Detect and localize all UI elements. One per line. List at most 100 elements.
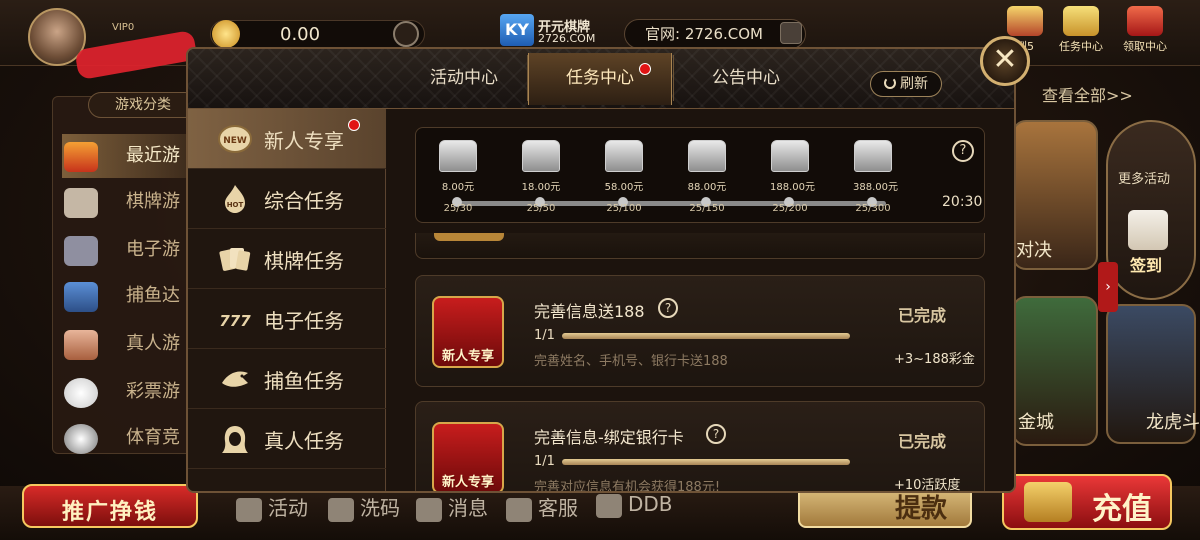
task-content: 8.00元 25/30 18.00元 25/50 58.00元 25/100 8… xyxy=(387,109,1014,493)
task-category-list: NEW 新人专享 HOT 综合任务 棋牌任务 777 电子任务 捕鱼任务 真人任… xyxy=(188,109,386,491)
promo-button[interactable]: 推广挣钱 xyxy=(22,470,198,534)
coin-icon xyxy=(212,20,240,48)
camera-icon[interactable] xyxy=(780,22,802,44)
brand-domain: 2726.COM xyxy=(538,32,596,45)
playing-cards-icon xyxy=(219,248,251,271)
recharge-label: 充值 xyxy=(1092,492,1152,527)
more-activity-label: 更多活动 xyxy=(1118,172,1171,187)
task-progress-bar xyxy=(562,459,850,465)
task-title: 完善信息-绑定银行卡 xyxy=(534,428,684,447)
shark-icon xyxy=(222,371,248,387)
category-live[interactable]: 真人任务 xyxy=(188,409,386,469)
bottom-item-ddb[interactable]: DDB xyxy=(596,492,673,518)
side-item-cards[interactable]: 棋牌游 xyxy=(62,180,192,224)
tab-announcement-center[interactable]: 公告中心 xyxy=(674,53,818,105)
notification-dot xyxy=(348,119,360,131)
top-icon-gift[interactable]: 领取中心 xyxy=(1118,6,1172,54)
refresh-button[interactable]: 刷新 xyxy=(870,71,942,97)
calendar-icon xyxy=(1128,210,1168,250)
bottom-item-rebate[interactable]: 洗码 xyxy=(328,492,400,522)
task-progress-count: 1/1 xyxy=(534,328,555,343)
side-item-live[interactable]: 真人游 xyxy=(62,322,192,366)
fish-icon xyxy=(64,282,98,312)
treasure-chest-icon xyxy=(688,140,726,172)
reward-chest[interactable]: 388.00元 25/300 xyxy=(853,140,898,214)
game-category-title: 游戏分类 xyxy=(88,92,198,118)
svg-text:NEW: NEW xyxy=(223,136,247,146)
newcomer-task-icon: 新人专享 xyxy=(432,296,504,368)
mail-icon xyxy=(416,497,442,522)
game-label-dragon-tiger: 龙虎斗 xyxy=(1146,412,1200,433)
woman-icon xyxy=(222,426,248,453)
task-description: 完善姓名、手机号、银行卡送188 xyxy=(534,354,728,369)
game-label-golden-city: 金城 xyxy=(1018,412,1054,433)
bottom-item-support[interactable]: 客服 xyxy=(506,492,578,522)
d-icon xyxy=(596,493,622,518)
cards-icon xyxy=(64,188,98,218)
vip-badge: VIP0 xyxy=(112,22,135,33)
close-button[interactable]: ✕ xyxy=(980,36,1030,86)
newcomer-task-icon: 新人专享 xyxy=(432,422,504,491)
treasure-chest-icon xyxy=(1024,482,1072,522)
headset-icon xyxy=(506,497,532,522)
promo-button-label: 推广挣钱 xyxy=(61,500,158,525)
task-reward: +10活跃度 xyxy=(894,478,961,493)
side-item-fishing[interactable]: 捕鱼达 xyxy=(62,274,192,318)
task-progress-count: 1/1 xyxy=(534,454,555,469)
gift-icon xyxy=(1127,6,1163,36)
help-icon[interactable]: ? xyxy=(706,424,726,444)
view-all-link[interactable]: 查看全部>> xyxy=(1042,82,1133,106)
treasure-chest-icon xyxy=(439,140,477,172)
game-label-duel: 对决 xyxy=(1016,240,1052,261)
svg-text:HOT: HOT xyxy=(227,201,244,209)
category-cards[interactable]: 棋牌任务 xyxy=(188,229,386,289)
task-status: 已完成 xyxy=(898,432,947,451)
bottom-item-activity[interactable]: 活动 xyxy=(236,492,308,522)
task-description: 完善对应信息有机会获得188元! xyxy=(534,480,721,493)
reward-chest[interactable]: 188.00元 25/200 xyxy=(770,140,815,214)
reward-chest[interactable]: 88.00元 25/150 xyxy=(687,140,727,214)
modal-header: 活动中心 任务中心 公告中心 刷新 xyxy=(188,49,1014,109)
dealer-icon xyxy=(64,330,98,360)
lucky-wheel-icon xyxy=(1007,6,1043,36)
side-item-recent[interactable]: 最近游 xyxy=(62,134,192,178)
task-icon xyxy=(1063,6,1099,36)
task-card[interactable]: 新人专享 完善信息-绑定银行卡 ? 1/1 完善对应信息有机会获得188元! 已… xyxy=(415,401,985,493)
more-activity-panel[interactable]: 更多活动 签到 xyxy=(1106,120,1196,300)
lottery-ball-icon xyxy=(64,378,98,408)
task-card[interactable]: 新人专享 完善信息送188 ? 1/1 完善姓名、手机号、银行卡送188 已完成… xyxy=(415,275,985,387)
category-slots[interactable]: 777 电子任务 xyxy=(188,289,386,349)
help-icon[interactable]: ? xyxy=(658,298,678,318)
side-item-slots[interactable]: 电子游 xyxy=(62,228,192,272)
reward-progress-panel: 8.00元 25/30 18.00元 25/50 58.00元 25/100 8… xyxy=(415,127,985,223)
reward-chest[interactable]: 58.00元 25/100 xyxy=(604,140,644,214)
help-icon[interactable]: ? xyxy=(952,140,974,162)
side-item-sports[interactable]: 体育竞 xyxy=(62,416,192,460)
tab-task-center[interactable]: 任务中心 xyxy=(528,53,672,105)
notification-dot xyxy=(639,63,651,75)
reward-chest[interactable]: 18.00元 25/50 xyxy=(521,140,561,214)
refresh-balance-icon[interactable] xyxy=(393,21,419,47)
reward-chest[interactable]: 8.00元 25/30 xyxy=(438,140,478,214)
task-icon-peek xyxy=(434,233,504,241)
top-icon-task[interactable]: 任务中心 xyxy=(1054,6,1108,54)
treasure-chest-icon xyxy=(771,140,809,172)
soccer-ball-icon xyxy=(64,424,98,454)
ky-logo-icon: KY xyxy=(500,14,534,46)
side-item-lottery[interactable]: 彩票游 xyxy=(62,370,192,414)
countdown-timer: 20:30 xyxy=(942,194,983,210)
category-general[interactable]: HOT 综合任务 xyxy=(188,169,386,229)
recharge-button[interactable]: 充值 xyxy=(1002,474,1172,530)
category-fishing[interactable]: 捕鱼任务 xyxy=(188,349,386,409)
sign-in-label: 签到 xyxy=(1130,256,1163,275)
treasure-chest-icon xyxy=(605,140,643,172)
category-newcomer[interactable]: NEW 新人专享 xyxy=(188,109,386,169)
task-title: 完善信息送188 xyxy=(534,302,645,321)
task-progress-bar xyxy=(562,333,850,339)
tab-activity-center[interactable]: 活动中心 xyxy=(392,53,536,105)
bottom-item-message[interactable]: 消息 xyxy=(416,492,488,522)
task-reward: +3~188彩金 xyxy=(894,352,975,367)
chevron-right-icon[interactable]: › xyxy=(1098,262,1118,312)
treasure-chest-icon xyxy=(854,140,892,172)
flame-icon xyxy=(64,142,98,172)
